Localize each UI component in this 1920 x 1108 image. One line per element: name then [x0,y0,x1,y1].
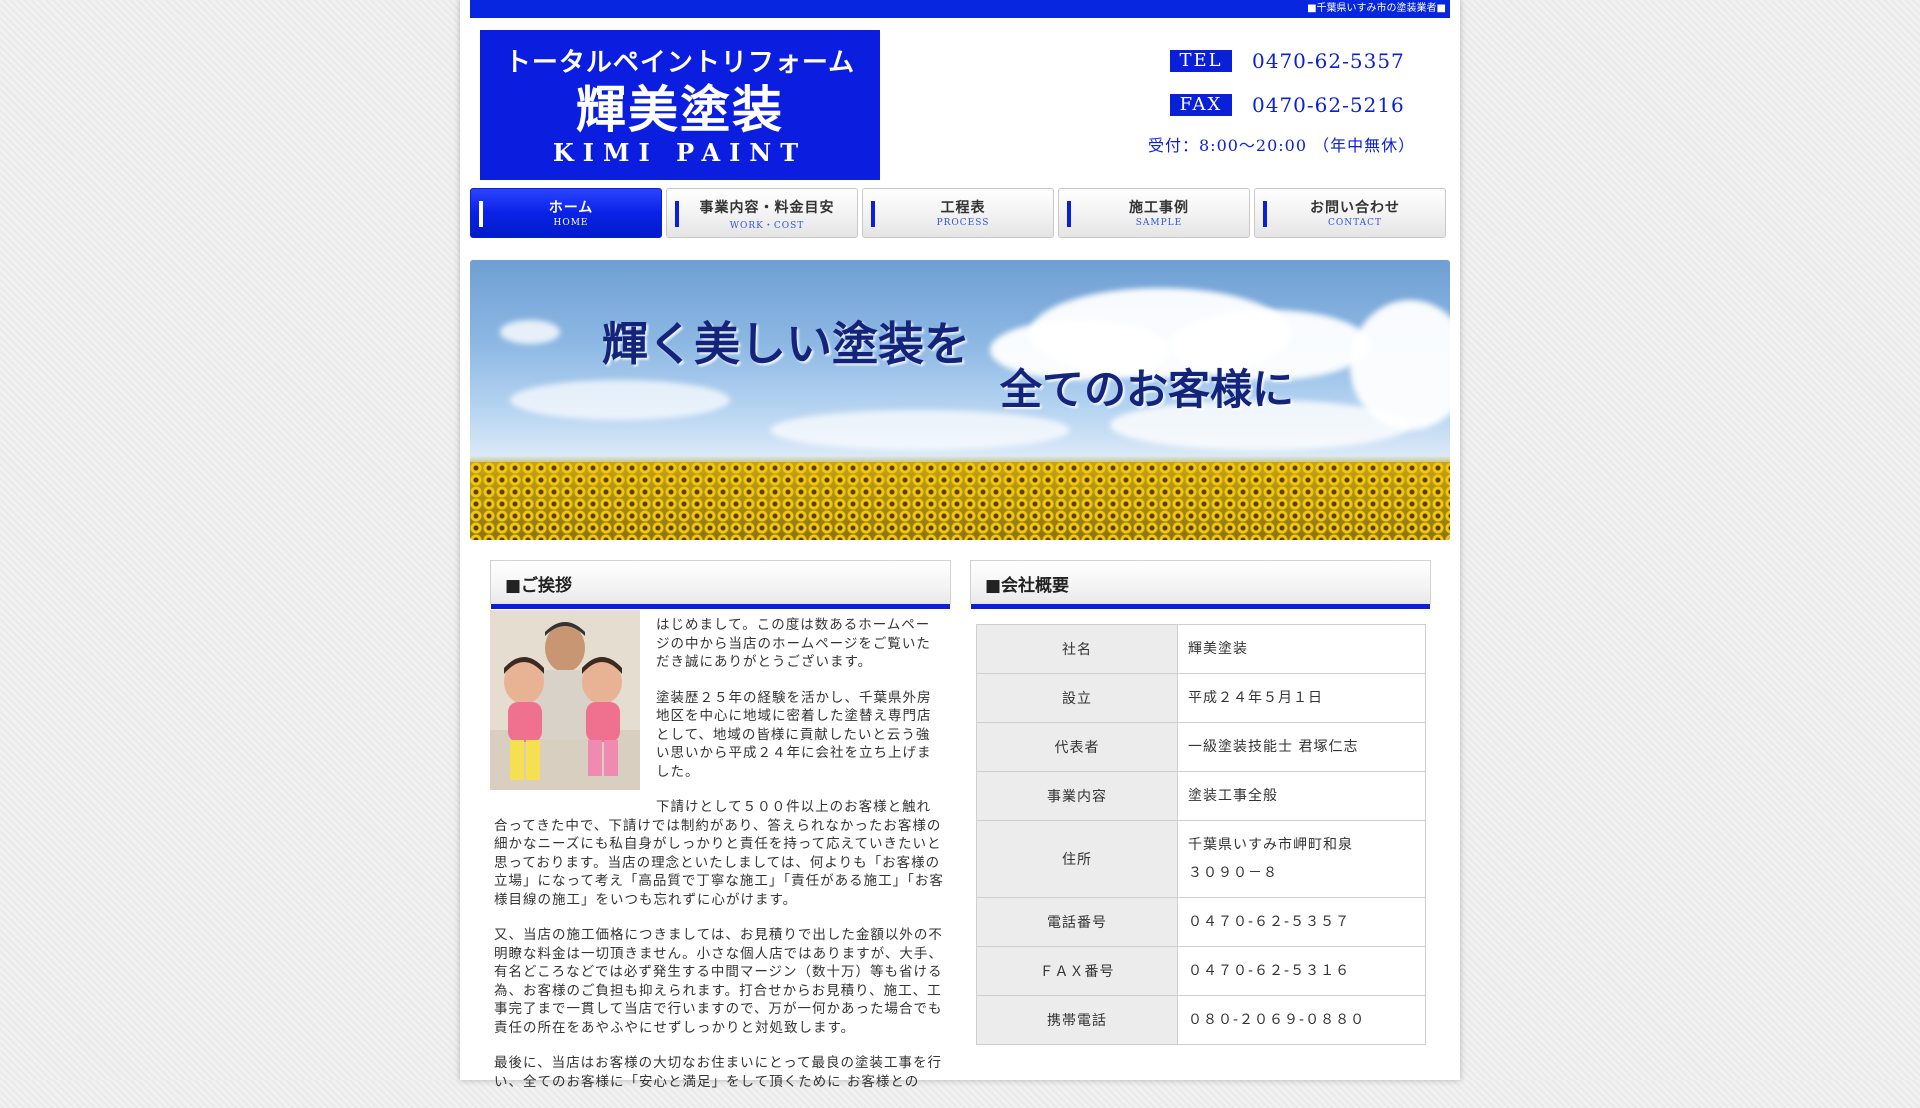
nav-marker [1067,201,1071,227]
table-value-address: 千葉県いすみ市岬町和泉 ３０９０－８ [1177,820,1426,898]
table-row: 事業内容 塗装工事全般 [976,771,1426,821]
greeting-paragraph: 又、当店の施工価格につきましては、お見積りで出した金額以外の不明瞭な料金は一切頂… [494,927,943,1036]
nav-sublabel: SAMPLE [1135,218,1183,228]
hero-banner: 輝く美しい塗装を 全てのお客様に [470,260,1450,540]
table-value: 輝美塗装 [1177,624,1426,674]
nav-sublabel: PROCESS [936,218,990,228]
nav-label: 工程表 [940,200,986,216]
table-row: 代表者 一級塗装技能士 君塚仁志 [976,722,1426,772]
header-underline [491,604,950,609]
nav-work-cost[interactable]: 事業内容・料金目安 WORK・COST [666,188,858,238]
nav-marker [675,201,679,227]
photo-spacer [494,616,656,802]
nav-home[interactable]: ホーム HOME [470,188,662,238]
nav-label: 施工事例 [1129,200,1189,216]
greeting-title: ■ご挨拶 [505,576,573,596]
nav-marker [479,201,483,227]
fax-row: FAX 0470-62-5216 [1170,92,1430,118]
logo-english-name: KIMI PAINT [552,138,808,167]
nav-contact[interactable]: お問い合わせ CONTACT [1254,188,1446,238]
table-row: 住所 千葉県いすみ市岬町和泉 ３０９０－８ [976,820,1426,898]
nav-label: お問い合わせ [1310,200,1400,216]
table-row: 社名 輝美塗装 [976,624,1426,674]
tel-row: TEL 0470-62-5357 [1170,48,1430,74]
address-line-2: ３０９０－８ [1188,865,1278,881]
nav-sample[interactable]: 施工事例 SAMPLE [1058,188,1250,238]
greeting-paragraph: 下請けとして５００件以上のお客様と触れ合ってきた中で、下請けでは制約があり、答え… [494,799,944,908]
main-nav: ホーム HOME 事業内容・料金目安 WORK・COST 工程表 PROCESS… [470,188,1450,240]
nav-sublabel: HOME [553,218,589,228]
nav-marker [1263,201,1267,227]
table-key: 携帯電話 [976,995,1178,1045]
company-profile-table: 社名 輝美塗装 設立 平成２４年５月１日 代表者 一級塗装技能士 君塚仁志 事業… [976,624,1426,1045]
table-key: 事業内容 [976,771,1178,821]
hero-slogan-1: 輝く美しい塗装を [602,317,970,371]
table-key: ＦＡＸ番号 [976,946,1178,996]
sunflower-field [470,462,1450,540]
site-logo[interactable]: トータルペイントリフォーム 輝美塗装 KIMI PAINT [480,30,880,180]
header-underline [971,604,1430,609]
table-key: 電話番号 [976,897,1178,947]
table-value: 塗装工事全般 [1177,771,1426,821]
hero-slogan-2: 全てのお客様に [1000,365,1295,414]
tel-number[interactable]: 0470-62-5357 [1252,48,1405,74]
tel-label: TEL [1170,50,1232,72]
top-banner-text: ■千葉県いすみ市の塗装業者■ [1307,3,1446,14]
greeting-paragraph: 最後に、当店はお客様の大切なお住まいにとって最良の塗装工事を行い、全てのお客様に… [494,1055,943,1090]
greeting-header: ■ご挨拶 [490,560,951,609]
fax-label: FAX [1170,94,1232,116]
table-row: 電話番号 ０４７０-６２-５３５７ [976,897,1426,947]
table-value: ０８０-２０６９-０８８０ [1177,995,1426,1045]
table-value: ０４７０-６２-５３１６ [1177,946,1426,996]
fax-number: 0470-62-5216 [1252,93,1405,117]
nav-marker [871,201,875,227]
greeting-body: はじめまして。この度は数あるホームページの中から当店のホームページをご覧いただき… [494,616,944,1108]
top-banner: ■千葉県いすみ市の塗装業者■ [470,0,1450,18]
nav-label: ホーム [548,200,594,216]
table-key: 代表者 [976,722,1178,772]
table-key: 住所 [976,820,1178,898]
table-value: 平成２４年５月１日 [1177,673,1426,723]
table-value: ０４７０-６２-５３５７ [1177,897,1426,947]
table-row: 設立 平成２４年５月１日 [976,673,1426,723]
table-key: 設立 [976,673,1178,723]
table-key: 社名 [976,624,1178,674]
nav-sublabel: WORK・COST [729,221,805,231]
cloud-shape [500,320,560,344]
address-line-1: 千葉県いすみ市岬町和泉 [1188,837,1353,853]
nav-sublabel: CONTACT [1327,218,1383,228]
business-hours: 受付：8:00～20:00 （年中無休） [1148,136,1416,155]
nav-process[interactable]: 工程表 PROCESS [862,188,1054,238]
table-row: ＦＡＸ番号 ０４７０-６２-５３１６ [976,946,1426,996]
company-title: ■会社概要 [985,576,1070,596]
table-row: 携帯電話 ０８０-２０６９-０８８０ [976,995,1426,1045]
logo-company-name: 輝美塗装 [576,80,784,139]
page-container: ■千葉県いすみ市の塗装業者■ トータルペイントリフォーム 輝美塗装 KIMI P… [460,0,1460,1090]
cloud-shape [510,380,730,420]
company-header: ■会社概要 [970,560,1431,609]
table-value: 一級塗装技能士 君塚仁志 [1177,722,1426,772]
nav-label: 事業内容・料金目安 [699,200,835,216]
